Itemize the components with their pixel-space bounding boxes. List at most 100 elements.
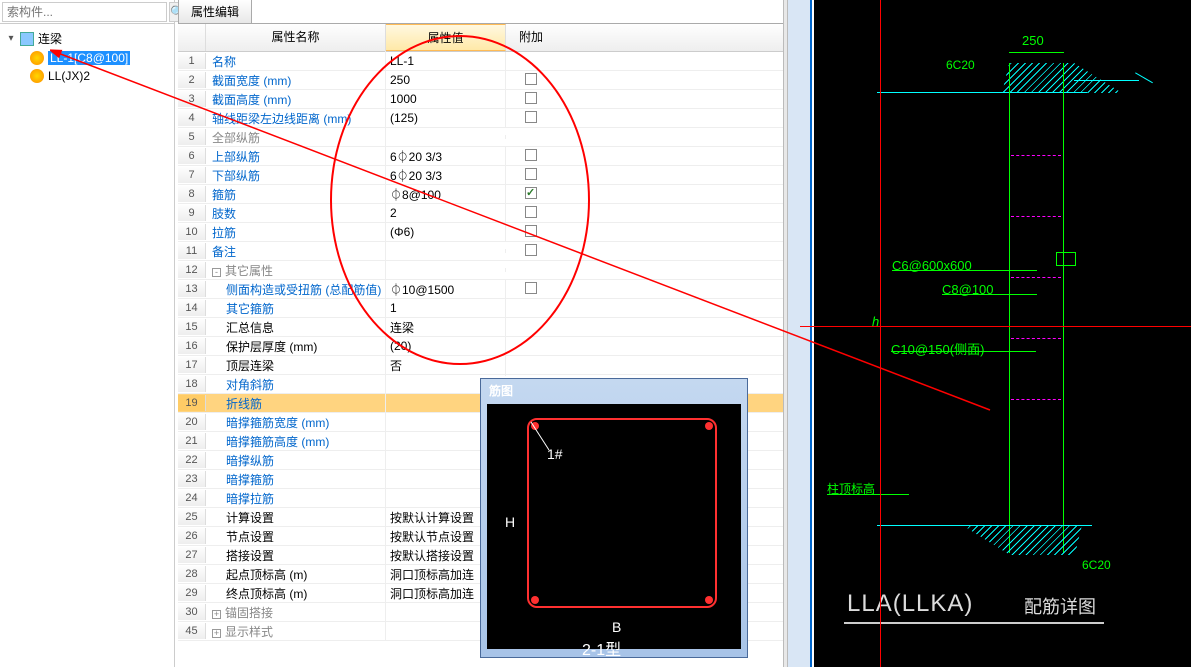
property-value[interactable]: 连梁 [386, 317, 506, 338]
tree-item-lljx2[interactable]: LL(JX)2 [2, 67, 172, 85]
add-checkbox[interactable] [525, 111, 537, 123]
add-checkbox[interactable] [525, 149, 537, 161]
property-value[interactable]: 6⏀20 3/3 [386, 165, 506, 186]
property-row[interactable]: 1名称LL-1 [178, 52, 783, 71]
add-checkbox[interactable] [525, 73, 537, 85]
property-value[interactable]: ⏀8@100 [386, 184, 506, 205]
expand-icon[interactable]: + [212, 610, 221, 619]
header-value[interactable]: 属性值 [386, 24, 506, 51]
property-name[interactable]: +锚固搭接 [206, 602, 386, 623]
property-row[interactable]: 15汇总信息连梁 [178, 318, 783, 337]
property-row[interactable]: 11备注 [178, 242, 783, 261]
property-name[interactable]: 拉筋 [206, 222, 386, 243]
property-name[interactable]: 暗撑拉筋 [206, 488, 386, 509]
property-name[interactable]: 终点顶标高 (m) [206, 583, 386, 604]
drawing-title: LLA(LLKA) [847, 590, 973, 618]
property-name[interactable]: 箍筋 [206, 184, 386, 205]
tree-root[interactable]: ▾ 连梁 [2, 28, 172, 49]
search-input[interactable] [2, 2, 167, 22]
row-number: 27 [178, 547, 206, 563]
property-name[interactable]: 截面宽度 (mm) [206, 70, 386, 91]
property-name[interactable]: -其它属性 [206, 260, 386, 281]
add-checkbox[interactable] [525, 206, 537, 218]
property-value[interactable]: ⏀10@1500 [386, 279, 506, 300]
property-value[interactable] [386, 135, 506, 139]
property-row[interactable]: 9肢数2 [178, 204, 783, 223]
property-value[interactable]: 250 [386, 71, 506, 89]
property-name[interactable]: 侧面构造或受扭筋 (总配筋值) [206, 279, 386, 300]
property-value[interactable]: (Φ6) [386, 223, 506, 241]
property-row[interactable]: 7下部纵筋6⏀20 3/3 [178, 166, 783, 185]
add-checkbox[interactable] [525, 187, 537, 199]
property-row[interactable]: 17顶层连梁否 [178, 356, 783, 375]
property-name[interactable]: 截面高度 (mm) [206, 89, 386, 110]
property-name[interactable]: 其它箍筋 [206, 298, 386, 319]
property-name[interactable]: 折线筋 [206, 393, 386, 414]
property-name[interactable]: 备注 [206, 241, 386, 262]
tree-item-ll1[interactable]: LL-1[C8@100] [2, 49, 172, 67]
property-name[interactable]: 搭接设置 [206, 545, 386, 566]
property-name[interactable]: 顶层连梁 [206, 355, 386, 376]
cad-ruler[interactable] [788, 0, 812, 667]
property-row[interactable]: 8箍筋⏀8@100 [178, 185, 783, 204]
collapse-icon[interactable]: - [212, 268, 221, 277]
add-checkbox[interactable] [525, 168, 537, 180]
property-row[interactable]: 2截面宽度 (mm)250 [178, 71, 783, 90]
row-number: 20 [178, 414, 206, 430]
property-name[interactable]: 轴线距梁左边线距离 (mm) [206, 108, 386, 129]
property-name[interactable]: 暗撑箍筋高度 (mm) [206, 431, 386, 452]
property-value[interactable]: 6⏀20 3/3 [386, 146, 506, 167]
property-value[interactable]: LL-1 [386, 52, 506, 70]
elevation-line [827, 494, 909, 495]
beam-category-icon [20, 32, 34, 46]
property-value[interactable] [386, 249, 506, 253]
property-name[interactable]: 保护层厚度 (mm) [206, 336, 386, 357]
property-value[interactable]: 否 [386, 355, 506, 376]
property-value[interactable]: (125) [386, 109, 506, 127]
property-name[interactable]: 节点设置 [206, 526, 386, 547]
property-value[interactable]: 1 [386, 299, 506, 317]
property-row[interactable]: 12-其它属性 [178, 261, 783, 280]
header-name[interactable]: 属性名称 [206, 24, 386, 51]
property-row[interactable]: 5全部纵筋 [178, 128, 783, 147]
property-name[interactable]: 暗撑纵筋 [206, 450, 386, 471]
property-name-text: 侧面构造或受扭筋 (总配筋值) [226, 283, 381, 297]
property-row[interactable]: 14其它箍筋1 [178, 299, 783, 318]
add-checkbox[interactable] [525, 225, 537, 237]
property-row[interactable]: 10拉筋(Φ6) [178, 223, 783, 242]
property-name[interactable]: 肢数 [206, 203, 386, 224]
property-name[interactable]: 暗撑箍筋 [206, 469, 386, 490]
add-checkbox[interactable] [525, 282, 537, 294]
tab-property-edit[interactable]: 属性编辑 [178, 0, 252, 23]
property-name[interactable]: 对角斜筋 [206, 374, 386, 395]
property-row[interactable]: 3截面高度 (mm)1000 [178, 90, 783, 109]
property-row[interactable]: 4轴线距梁左边线距离 (mm)(125) [178, 109, 783, 128]
property-name[interactable]: 上部纵筋 [206, 146, 386, 167]
header-add[interactable]: 附加 [506, 24, 556, 51]
property-row[interactable]: 13侧面构造或受扭筋 (总配筋值)⏀10@1500 [178, 280, 783, 299]
property-name[interactable]: 暗撑箍筋宽度 (mm) [206, 412, 386, 433]
property-name[interactable]: 名称 [206, 51, 386, 72]
add-checkbox[interactable] [525, 244, 537, 256]
property-name[interactable]: 起点顶标高 (m) [206, 564, 386, 585]
cad-viewport[interactable]: 250 6C20 C6@600x600 C8@100 h C10@150(侧面)… [814, 0, 1191, 667]
drawing-subtitle: 配筋详图 [1024, 593, 1096, 619]
property-value[interactable]: 2 [386, 204, 506, 222]
add-checkbox[interactable] [525, 92, 537, 104]
expand-icon[interactable]: + [212, 629, 221, 638]
property-name[interactable]: 计算设置 [206, 507, 386, 528]
property-name[interactable]: +显示样式 [206, 621, 386, 642]
row-number: 5 [178, 129, 206, 145]
collapse-icon[interactable]: ▾ [6, 34, 16, 44]
label-6c20-bottom: 6C20 [1082, 558, 1111, 572]
property-row[interactable]: 16保护层厚度 (mm)(20) [178, 337, 783, 356]
rebar-diagram-panel[interactable]: 筋图 1# H B 2-1型 [480, 378, 748, 658]
property-value[interactable]: (20) [386, 337, 506, 355]
property-name[interactable]: 汇总信息 [206, 317, 386, 338]
property-row[interactable]: 6上部纵筋6⏀20 3/3 [178, 147, 783, 166]
property-value[interactable] [386, 268, 506, 272]
property-name[interactable]: 全部纵筋 [206, 127, 386, 148]
property-name-text: 下部纵筋 [212, 169, 260, 183]
property-name[interactable]: 下部纵筋 [206, 165, 386, 186]
property-value[interactable]: 1000 [386, 90, 506, 108]
